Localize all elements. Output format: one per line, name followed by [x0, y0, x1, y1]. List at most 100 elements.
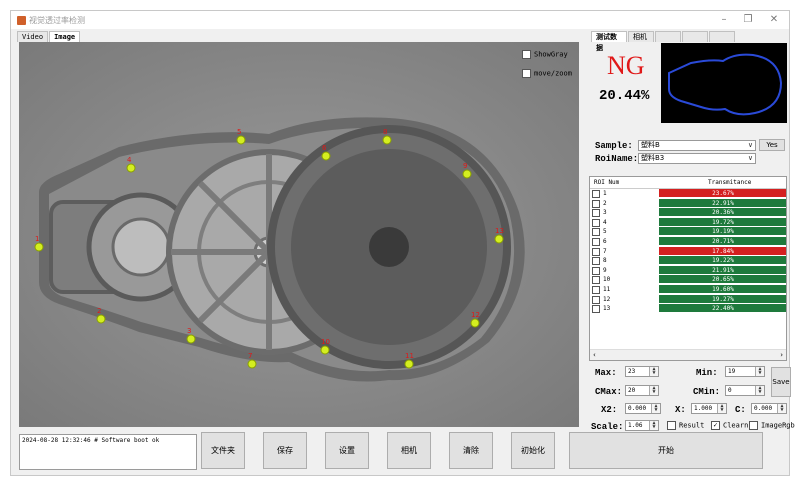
cmax-input[interactable]: 20 ▲ ▼ [625, 385, 659, 396]
row-checkbox[interactable] [592, 190, 600, 198]
image-tabs: Video Image [17, 31, 81, 42]
clear-button[interactable]: 清除 [449, 432, 493, 469]
row-checkbox[interactable] [592, 228, 600, 237]
checkbox-box[interactable] [667, 421, 676, 430]
table-row[interactable]: 12 19.27% [590, 294, 786, 304]
folder-button[interactable]: 文件夹 [201, 432, 245, 469]
result-status: NG [607, 51, 645, 80]
restore-button[interactable]: ❐ [741, 14, 755, 26]
point-label: 8 [383, 128, 387, 136]
table-row[interactable]: 13 22.40% [590, 304, 786, 314]
roi-num-cell: 11 [603, 286, 611, 293]
roi-num-cell: 8 [603, 257, 607, 265]
table-row[interactable]: 7 17.84% [590, 246, 786, 256]
point-label: 9 [463, 162, 467, 170]
point-label: 1 [35, 235, 39, 243]
table-row[interactable]: 9 21.91% [590, 265, 786, 275]
point-label: 7 [248, 352, 252, 360]
roi-num-cell: 5 [603, 228, 607, 236]
roi-table[interactable]: ROI Num Transmitance 1 23.67% 2 22.91% 3 20.3… [589, 176, 787, 361]
app-icon [17, 16, 26, 25]
roi-num-cell: 9 [603, 266, 607, 274]
sample-label: Sample: [595, 141, 633, 151]
col-transmitance: Transmitance [708, 179, 752, 186]
scroll-left-icon[interactable]: ‹ [593, 351, 596, 359]
roi-num-cell: 6 [603, 238, 607, 245]
roi-name-select[interactable]: 塑料B3 ∨ [638, 153, 756, 164]
scroll-right-icon[interactable]: › [780, 351, 783, 359]
transmitance-cell: 17.84% [659, 246, 786, 255]
row-checkbox[interactable] [592, 257, 600, 266]
init-button[interactable]: 初始化 [511, 432, 555, 469]
max-input[interactable]: 23 ▲ ▼ [625, 366, 659, 377]
table-row[interactable]: 8 19.22% [590, 256, 786, 266]
scale-input[interactable]: 1.06 ▲ ▼ [625, 420, 659, 431]
spinner-icon[interactable]: ▲ ▼ [717, 404, 726, 413]
part-thumbnail [661, 43, 787, 123]
log-output[interactable]: 2024-08-28 12:32:46 # Software boot ok [19, 434, 197, 470]
point-label: 6 [322, 144, 327, 152]
x-input[interactable]: 1.000 ▲ ▼ [691, 403, 727, 414]
roi-num-cell: 3 [603, 209, 607, 217]
clearn-checkbox[interactable]: ✓ Clearn [711, 421, 748, 430]
row-checkbox[interactable] [592, 266, 600, 275]
spinner-icon[interactable]: ▲ ▼ [649, 367, 658, 376]
row-checkbox[interactable] [592, 209, 600, 218]
window-title: 视觉透过率检测 [29, 16, 85, 25]
transmitance-cell: 22.91% [659, 198, 786, 207]
result-checkbox[interactable]: Result [667, 421, 704, 430]
spinner-icon[interactable]: ▲ ▼ [755, 367, 764, 376]
result-percent: 20.44% [599, 88, 650, 104]
table-row[interactable]: 6 20.71% [590, 237, 786, 246]
thumbnail-outline [668, 53, 783, 116]
save-params-button[interactable]: Save [771, 367, 791, 397]
tab-image[interactable]: Image [49, 31, 81, 42]
image-panel[interactable]: 1 2 3 4 5 6 7 8 9 10 11 12 13 ShowGray m… [19, 42, 579, 427]
table-row[interactable]: 10 20.65% [590, 275, 786, 285]
c-input[interactable]: 0.000 ▲ ▼ [751, 403, 787, 414]
show-gray-checkbox[interactable]: ShowGray [522, 50, 568, 59]
spinner-icon[interactable]: ▲ ▼ [777, 404, 786, 413]
row-checkbox[interactable] [592, 238, 600, 246]
imagergb-checkbox[interactable]: ImageRgb [749, 421, 795, 430]
tab-video[interactable]: Video [17, 31, 49, 42]
row-checkbox[interactable] [592, 295, 600, 304]
sample-select[interactable]: 塑料B ∨ [638, 140, 756, 151]
row-checkbox[interactable] [592, 305, 600, 314]
checkbox-checked[interactable]: ✓ [711, 421, 720, 430]
table-row[interactable]: 11 19.60% [590, 285, 786, 294]
start-button[interactable]: 开始 [569, 432, 763, 469]
x2-input[interactable]: 0.000 ▲ ▼ [625, 403, 661, 414]
minimize-button[interactable]: – [717, 14, 731, 26]
table-row[interactable]: 2 22.91% [590, 198, 786, 208]
spinner-icon[interactable]: ▲ ▼ [649, 386, 658, 395]
table-row[interactable]: 3 20.36% [590, 208, 786, 218]
save-button[interactable]: 保存 [263, 432, 307, 469]
horizontal-scrollbar[interactable]: ‹ › [590, 349, 786, 360]
right-panel: NG 20.44% Sample: 塑料B ∨ Yes RoiName: 塑料B3… [589, 31, 795, 432]
table-row[interactable]: 5 19.19% [590, 227, 786, 237]
checkbox-box[interactable] [522, 50, 531, 59]
row-checkbox[interactable] [592, 247, 600, 256]
row-checkbox[interactable] [592, 276, 600, 285]
cmin-input[interactable]: 0 ▲ ▼ [725, 385, 765, 396]
close-button[interactable]: ✕ [767, 14, 781, 26]
yes-button[interactable]: Yes [759, 139, 785, 151]
move-zoom-checkbox[interactable]: move/zoom [522, 69, 572, 78]
camera-button[interactable]: 相机 [387, 432, 431, 469]
cmin-label: CMin: [693, 387, 721, 397]
row-checkbox[interactable] [592, 199, 600, 208]
checkbox-box[interactable] [749, 421, 758, 430]
settings-button[interactable]: 设置 [325, 432, 369, 469]
roi-num-cell: 13 [603, 305, 611, 313]
checkbox-box[interactable] [522, 69, 531, 78]
min-input[interactable]: 19 ▲ ▼ [725, 366, 765, 377]
table-row[interactable]: 1 23.67% [590, 189, 786, 198]
main-window: 视觉透过率检测 – ❐ ✕ Video Image 1 2 3 4 5 6 7 … [10, 10, 795, 476]
spinner-icon[interactable]: ▲ ▼ [651, 404, 660, 413]
spinner-icon[interactable]: ▲ ▼ [755, 386, 764, 395]
spinner-icon[interactable]: ▲ ▼ [649, 421, 658, 430]
row-checkbox[interactable] [592, 218, 600, 227]
row-checkbox[interactable] [592, 286, 600, 294]
table-row[interactable]: 4 19.72% [590, 217, 786, 227]
